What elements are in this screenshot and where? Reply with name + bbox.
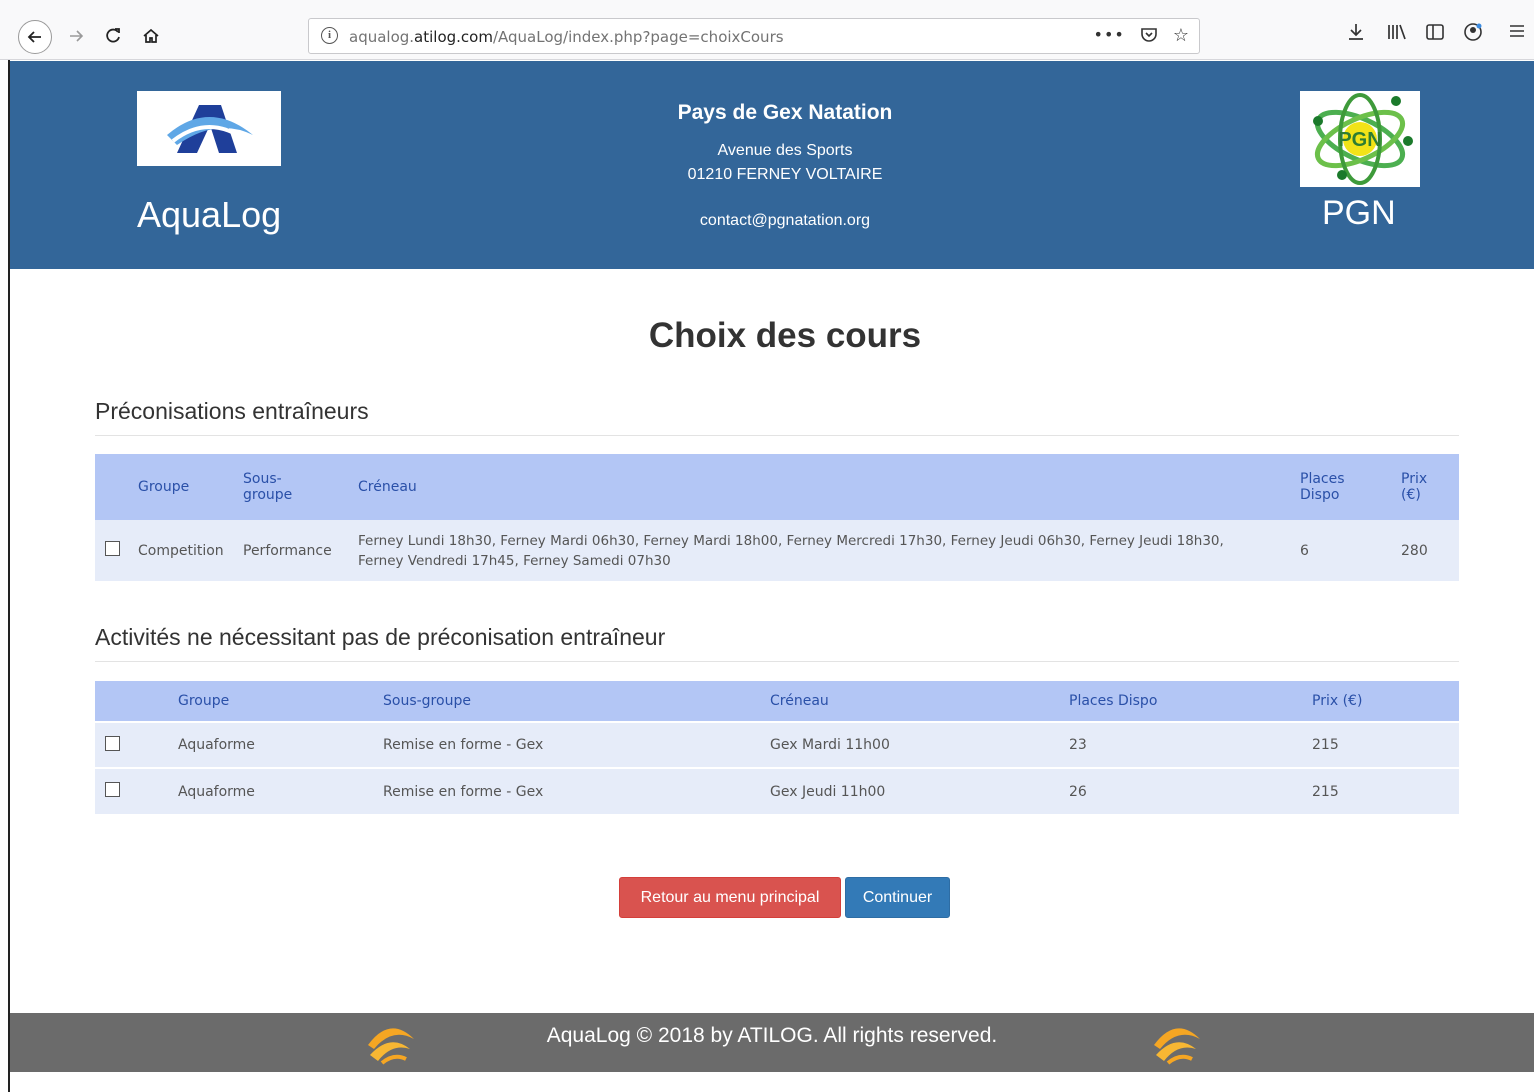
checkbox-header bbox=[95, 681, 178, 722]
table-header-row: Groupe Sous-groupe Créneau Places Dispo P… bbox=[95, 454, 1459, 520]
address-bar[interactable]: i aqualog.atilog.com/AquaLog/index.php?p… bbox=[308, 18, 1200, 54]
activities-table: Groupe Sous-groupe Créneau Places Dispo … bbox=[95, 681, 1459, 814]
cell-places: 23 bbox=[1069, 721, 1312, 768]
back-to-menu-button[interactable]: Retour au menu principal bbox=[619, 877, 841, 918]
col-groupe: Groupe bbox=[178, 681, 383, 722]
pgn-logo[interactable]: PGN bbox=[1300, 91, 1420, 187]
club-abbr: PGN bbox=[1322, 194, 1396, 232]
col-prix: Prix (€) bbox=[1401, 454, 1459, 520]
checkbox-header bbox=[95, 454, 138, 520]
download-icon[interactable] bbox=[1346, 22, 1366, 47]
section-title-activities: Activités ne nécessitant pas de préconis… bbox=[95, 624, 1459, 662]
cell-places: 6 bbox=[1300, 520, 1401, 581]
club-email[interactable]: contact@pgnatation.org bbox=[570, 212, 1000, 230]
table-row[interactable]: Competition Performance Ferney Lundi 18h… bbox=[95, 520, 1459, 581]
pocket-icon[interactable] bbox=[1139, 25, 1159, 50]
cell-groupe: Aquaforme bbox=[178, 767, 383, 814]
cell-sous-groupe: Performance bbox=[243, 520, 358, 581]
info-icon[interactable]: i bbox=[321, 27, 338, 44]
library-icon[interactable] bbox=[1386, 22, 1408, 47]
copyright-text: AquaLog © 2018 by ATILOG. All rights res… bbox=[546, 1024, 998, 1047]
cell-places: 26 bbox=[1069, 767, 1312, 814]
home-icon[interactable] bbox=[135, 20, 167, 52]
col-creneau: Créneau bbox=[770, 681, 1069, 722]
page-title: Choix des cours bbox=[648, 316, 922, 355]
cell-sous-groupe: Remise en forme - Gex bbox=[383, 721, 770, 768]
cell-prix: 215 bbox=[1312, 721, 1459, 768]
bookmark-star-icon[interactable]: ☆ bbox=[1173, 25, 1189, 50]
section-title-recommendations: Préconisations entraîneurs bbox=[95, 398, 1459, 436]
col-groupe: Groupe bbox=[138, 454, 243, 520]
atilog-logo-icon bbox=[1148, 1019, 1204, 1067]
app-name: AquaLog bbox=[137, 194, 282, 235]
cell-creneau: Gex Jeudi 11h00 bbox=[770, 767, 1069, 814]
pgn-logo-text: PGN bbox=[1338, 129, 1381, 151]
cell-prix: 215 bbox=[1312, 767, 1459, 814]
browser-toolbar: i aqualog.atilog.com/AquaLog/index.php?p… bbox=[0, 0, 1534, 60]
back-icon[interactable] bbox=[18, 20, 52, 54]
cell-sous-groupe: Remise en forme - Gex bbox=[383, 767, 770, 814]
course-checkbox[interactable] bbox=[105, 782, 120, 797]
col-sous-groupe: Sous-groupe bbox=[243, 454, 358, 520]
window-edge bbox=[0, 60, 10, 1092]
url-actions: ••• ☆ bbox=[1094, 25, 1189, 50]
club-address-line2: 01210 FERNEY VOLTAIRE bbox=[687, 166, 883, 183]
cell-creneau: Gex Mardi 11h00 bbox=[770, 721, 1069, 768]
course-checkbox[interactable] bbox=[105, 541, 120, 556]
account-icon[interactable] bbox=[1463, 22, 1483, 47]
continue-button[interactable]: Continuer bbox=[845, 877, 950, 918]
forward-icon[interactable] bbox=[60, 20, 92, 52]
club-info: Pays de Gex Natation Avenue des Sports 0… bbox=[570, 101, 1000, 230]
cell-groupe: Competition bbox=[138, 520, 243, 581]
club-name: Pays de Gex Natation bbox=[677, 101, 893, 124]
cell-creneau: Ferney Lundi 18h30, Ferney Mardi 06h30, … bbox=[358, 520, 1300, 581]
site-header: AquaLog Pays de Gex Natation Avenue des … bbox=[10, 61, 1534, 269]
cell-groupe: Aquaforme bbox=[178, 721, 383, 768]
table-row[interactable]: Aquaforme Remise en forme - Gex Gex Jeud… bbox=[95, 767, 1459, 814]
table-row[interactable]: Aquaforme Remise en forme - Gex Gex Mard… bbox=[95, 721, 1459, 768]
col-places: Places Dispo bbox=[1069, 681, 1312, 722]
site-footer: AquaLog © 2018 by ATILOG. All rights res… bbox=[10, 1013, 1534, 1072]
cell-prix: 280 bbox=[1401, 520, 1459, 581]
col-sous-groupe: Sous-groupe bbox=[383, 681, 770, 722]
sidebar-icon[interactable] bbox=[1425, 22, 1445, 47]
col-prix: Prix (€) bbox=[1312, 681, 1459, 722]
col-creneau: Créneau bbox=[358, 454, 1300, 520]
course-checkbox[interactable] bbox=[105, 735, 120, 751]
col-places: Places Dispo bbox=[1300, 454, 1401, 520]
table-header-row: Groupe Sous-groupe Créneau Places Dispo … bbox=[95, 681, 1459, 722]
club-address-line1: Avenue des Sports bbox=[717, 142, 853, 159]
aqualog-logo[interactable] bbox=[137, 91, 281, 166]
more-icon[interactable]: ••• bbox=[1094, 25, 1125, 50]
row-checkbox-cell bbox=[95, 767, 178, 814]
menu-icon[interactable] bbox=[1508, 22, 1526, 45]
row-checkbox-cell bbox=[95, 721, 178, 768]
reload-icon[interactable] bbox=[97, 20, 129, 52]
row-checkbox-cell bbox=[95, 520, 138, 581]
url-text[interactable]: aqualog.atilog.com/AquaLog/index.php?pag… bbox=[349, 28, 784, 46]
recommended-courses-table: Groupe Sous-groupe Créneau Places Dispo P… bbox=[95, 454, 1459, 581]
